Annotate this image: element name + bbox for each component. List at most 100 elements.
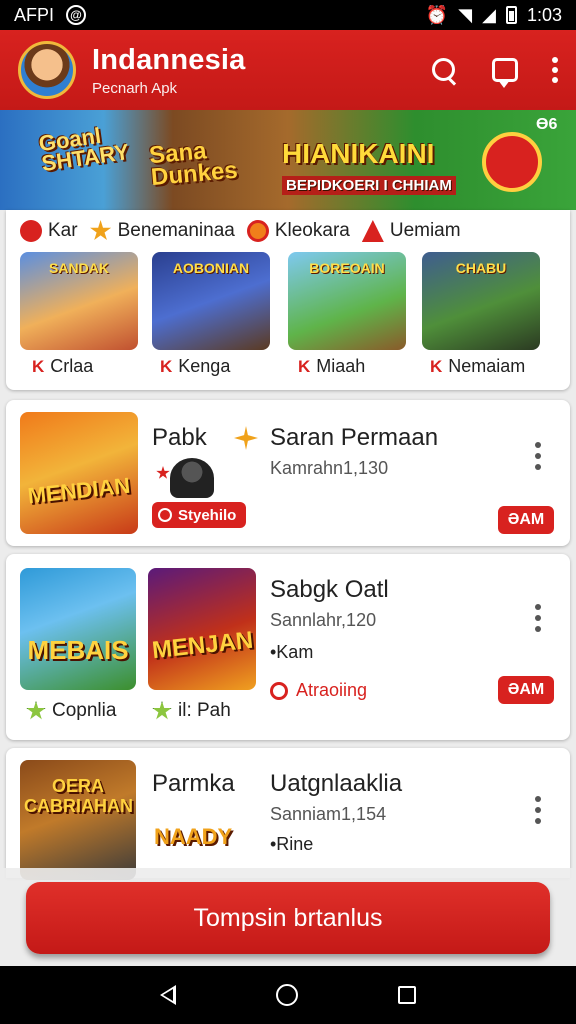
badge-icon bbox=[246, 220, 269, 242]
game-thumbnail[interactable]: OERA CABRIAHAN bbox=[20, 760, 136, 880]
triangle-icon bbox=[361, 220, 384, 242]
pill-label: Styehilo bbox=[178, 506, 237, 524]
category-chip-label: Uemiam bbox=[389, 220, 461, 241]
battery-icon bbox=[505, 6, 517, 24]
k-icon: K bbox=[32, 356, 45, 376]
category-card: Kar Benemaninaa Kleokara Uemiam SANDAK A… bbox=[6, 210, 570, 390]
app-subtitle: Pecnarh Apk bbox=[92, 79, 178, 97]
tile-label-text: Nemaiam bbox=[448, 356, 526, 376]
app-bar: Indannesia Pecnarh Apk bbox=[0, 30, 576, 110]
tag-label: Copnlia bbox=[52, 700, 117, 721]
banner-corner-text: Ɵ6 bbox=[536, 116, 558, 133]
alarm-icon: ⏰ bbox=[425, 4, 449, 25]
banner-badge-icon bbox=[482, 132, 542, 192]
thumbnail-title: MENJAN bbox=[150, 626, 255, 665]
pill-icon bbox=[158, 508, 172, 522]
primary-cta-button[interactable]: Tompsin brtanlus bbox=[26, 882, 550, 954]
game-tile[interactable]: BOREOAIN bbox=[288, 252, 406, 350]
chat-icon[interactable] bbox=[492, 58, 518, 88]
game-tile[interactable]: AOBONIAN bbox=[152, 252, 270, 350]
back-icon[interactable] bbox=[160, 985, 176, 1005]
tag-label: il: Pah bbox=[178, 700, 231, 721]
star-icon bbox=[90, 220, 112, 241]
game-logo: NAADY bbox=[154, 824, 233, 849]
item-sub: •Rine bbox=[270, 834, 314, 854]
game-tile[interactable]: SANDAK bbox=[20, 252, 138, 350]
status-pill[interactable]: Styehilo bbox=[152, 502, 247, 528]
notification-icon: @ bbox=[66, 5, 87, 25]
category-chip-label: Kar bbox=[48, 220, 78, 241]
tile-title: CHABU bbox=[455, 260, 507, 276]
recents-icon[interactable] bbox=[398, 986, 416, 1004]
list-item[interactable]: MEBAIS MENJAN Sabgk Oatl Sannlahr,120 •K… bbox=[6, 554, 570, 740]
item-sub: •Kam bbox=[270, 642, 314, 662]
tile-title: AOBONIAN bbox=[172, 260, 250, 276]
item-name: Sabgk Oatl bbox=[270, 576, 389, 603]
character-icon bbox=[170, 458, 214, 498]
banner-label-2: Sana Dunkes bbox=[148, 137, 239, 192]
tag[interactable]: Copnlia bbox=[26, 700, 116, 722]
k-icon: K bbox=[298, 356, 311, 376]
list-item[interactable]: MENDIAN Pabk Saran Permaan Kamrahn1,130 … bbox=[6, 400, 570, 546]
status-text: Atraoiing bbox=[296, 680, 368, 700]
category-chip-label: Kleokara bbox=[274, 220, 350, 241]
signal-icon: ◢ bbox=[482, 4, 496, 25]
item-meta: Sanniam1,154 bbox=[270, 804, 387, 824]
category-chips: Kar Benemaninaa Kleokara Uemiam bbox=[20, 220, 473, 242]
category-icon bbox=[20, 220, 42, 242]
install-button[interactable]: ƏAM bbox=[498, 676, 554, 704]
tag[interactable]: il: Pah bbox=[152, 700, 231, 722]
category-chip-label: Benemaninaa bbox=[117, 220, 235, 241]
install-button[interactable]: ƏAM bbox=[498, 506, 554, 534]
status-bar: AFPI @ ⏰ ◥ ◢ 1:03 bbox=[0, 0, 576, 30]
category-chip[interactable]: Uemiam bbox=[361, 220, 461, 242]
status-icon bbox=[270, 681, 288, 700]
promo-banner[interactable]: Goanl SHTARY Sana Dunkes HIANIKAINI BEPI… bbox=[0, 110, 576, 210]
game-thumbnail[interactable]: MENDIAN bbox=[20, 412, 138, 534]
search-icon[interactable] bbox=[430, 56, 458, 84]
tile-label-text: Crlaa bbox=[50, 356, 94, 376]
tile-label[interactable]: K Nemaiam bbox=[430, 356, 525, 377]
tile-label-text: Kenga bbox=[178, 356, 231, 376]
app-title: Indannesia bbox=[92, 43, 246, 76]
tile-label-text: Miaah bbox=[316, 356, 366, 376]
system-nav-bar bbox=[0, 966, 576, 1024]
status-left-text: AFPI bbox=[14, 4, 55, 25]
star-icon bbox=[152, 701, 172, 720]
more-vert-icon[interactable] bbox=[535, 796, 541, 824]
list-item[interactable]: OERA CABRIAHAN Parmka Uatgnlaaklia NAADY… bbox=[6, 748, 570, 880]
tile-label[interactable]: K Miaah bbox=[298, 356, 365, 377]
tile-title: BOREOAIN bbox=[309, 260, 385, 276]
home-icon[interactable] bbox=[276, 984, 298, 1006]
game-tile[interactable]: CHABU bbox=[422, 252, 540, 350]
thumbnail-title: OERA CABRIAHAN bbox=[24, 776, 133, 816]
k-icon: K bbox=[160, 356, 173, 376]
category-chip[interactable]: Kar bbox=[20, 220, 78, 242]
k-icon: K bbox=[430, 356, 443, 376]
item-meta: Kamrahn1,130 bbox=[270, 458, 389, 478]
spark-icon bbox=[234, 426, 258, 450]
banner-label-1: Goanl SHTARY bbox=[37, 122, 131, 177]
item-meta: Sannlahr,120 bbox=[270, 610, 377, 630]
tile-label[interactable]: K Kenga bbox=[160, 356, 230, 377]
thumbnail-title: MEBAIS bbox=[27, 635, 129, 665]
more-vert-icon[interactable] bbox=[535, 442, 541, 470]
avatar[interactable] bbox=[18, 41, 76, 99]
game-thumbnail[interactable]: MENJAN bbox=[148, 568, 256, 690]
wifi-icon: ◥ bbox=[458, 4, 473, 25]
more-vert-icon[interactable] bbox=[535, 604, 541, 632]
banner-label-3: HIANIKAINI bbox=[282, 138, 435, 169]
star-icon bbox=[26, 701, 46, 720]
category-chip[interactable]: Kleokara bbox=[246, 220, 350, 242]
tile-title: SANDAK bbox=[49, 260, 109, 276]
category-chip[interactable]: Benemaninaa bbox=[90, 220, 235, 242]
item-name: Pabk bbox=[152, 424, 207, 451]
game-thumbnail[interactable]: MEBAIS bbox=[20, 568, 136, 690]
thumbnail-title: MENDIAN bbox=[26, 472, 132, 509]
item-name: Parmka bbox=[152, 770, 235, 797]
tile-label[interactable]: K Crlaa bbox=[32, 356, 93, 377]
star-icon bbox=[156, 466, 170, 479]
item-title: Saran Permaan bbox=[270, 424, 439, 451]
banner-label-4: BEPIDKOERI I CHHIAM bbox=[282, 176, 456, 195]
more-vert-icon[interactable] bbox=[552, 57, 558, 83]
